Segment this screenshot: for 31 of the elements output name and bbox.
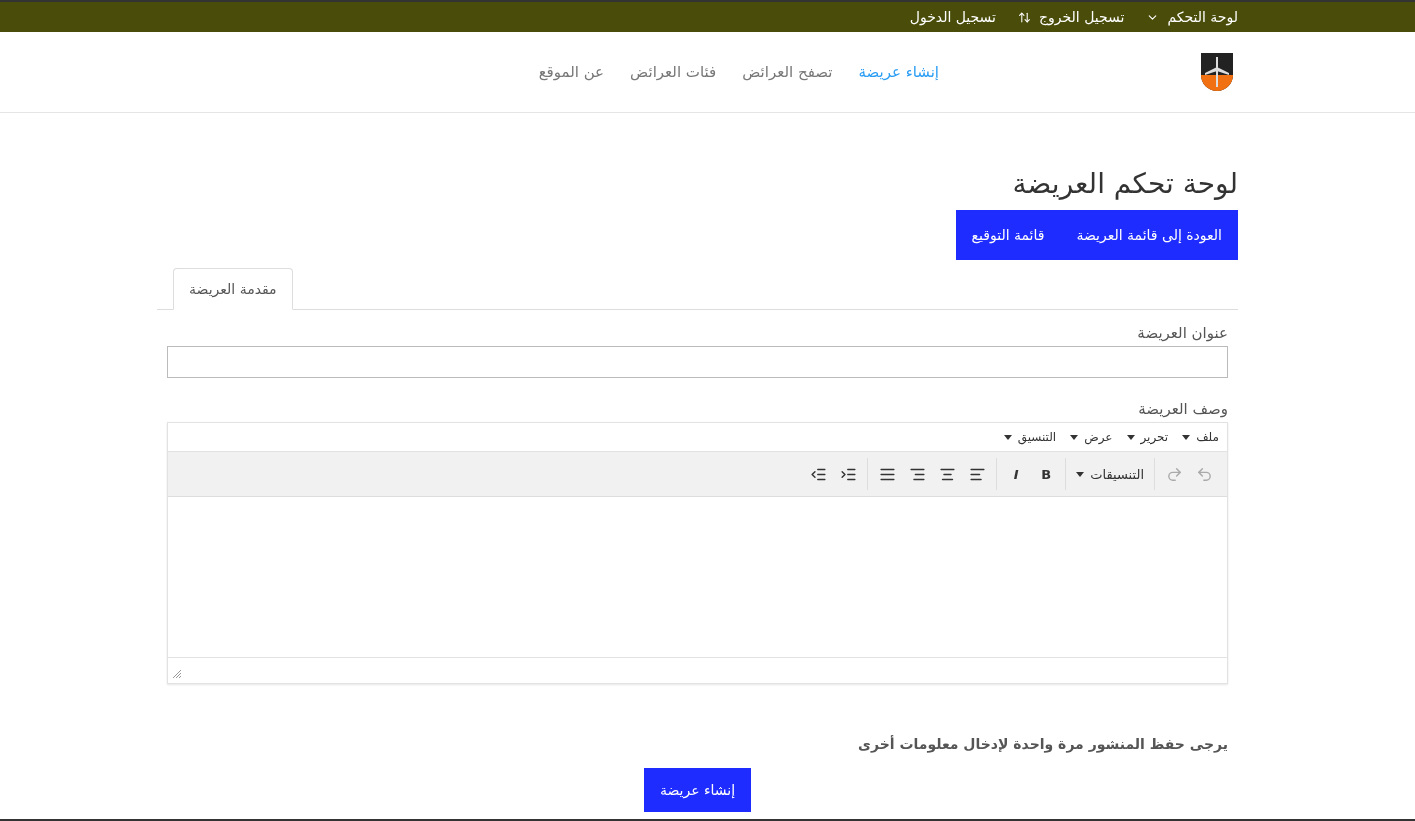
nav-link[interactable]: فئات العرائض [630, 63, 717, 81]
sort-icon [1018, 10, 1031, 24]
caret-icon [1003, 434, 1012, 440]
editor-menu[interactable]: التنسيق [1003, 430, 1057, 444]
bold-button[interactable]: B [1031, 460, 1062, 488]
top-bar-link[interactable]: لوحة التحكم [1146, 9, 1238, 25]
nav-link[interactable]: تصفح العرائض [742, 63, 833, 81]
field-label: وصف العريضة [1137, 400, 1228, 418]
caret-icon [1070, 434, 1079, 440]
editor-menu[interactable]: ملف [1182, 430, 1219, 444]
italic-button[interactable]: I [1001, 460, 1032, 488]
title-input[interactable] [167, 346, 1228, 378]
page-title: لوحة تحكم العريضة [1011, 167, 1238, 200]
top-bar-link[interactable]: تسجيل الخروج [1018, 9, 1125, 25]
tab[interactable]: مقدمة العريضة [173, 268, 293, 310]
field-label: عنوان العريضة [1136, 324, 1228, 342]
undo-icon [1195, 465, 1213, 483]
notice-text: يرجى حفظ المنشور مرة واحدة لإدخال معلومات أخرى [857, 736, 1228, 752]
submit-button[interactable]: إنشاء عريضة [643, 768, 752, 812]
nav-link[interactable]: عن الموقع [538, 63, 605, 81]
caret-icon [1182, 434, 1191, 440]
editor-menu[interactable]: تحرير [1126, 430, 1169, 444]
action-button[interactable]: العودة إلى قائمة العريضة [1060, 210, 1238, 260]
caret-icon [1126, 434, 1135, 440]
caret-icon [1076, 471, 1085, 477]
resize-handle-icon[interactable] [172, 669, 182, 679]
action-button[interactable]: قائمة التوقيع [955, 210, 1061, 260]
formats-dropdown[interactable]: التنسيقات [1070, 460, 1150, 488]
top-bar-link[interactable]: تسجيل الدخول [909, 9, 996, 25]
editor-menu[interactable]: عرض [1070, 430, 1113, 444]
redo-icon [1165, 465, 1183, 483]
